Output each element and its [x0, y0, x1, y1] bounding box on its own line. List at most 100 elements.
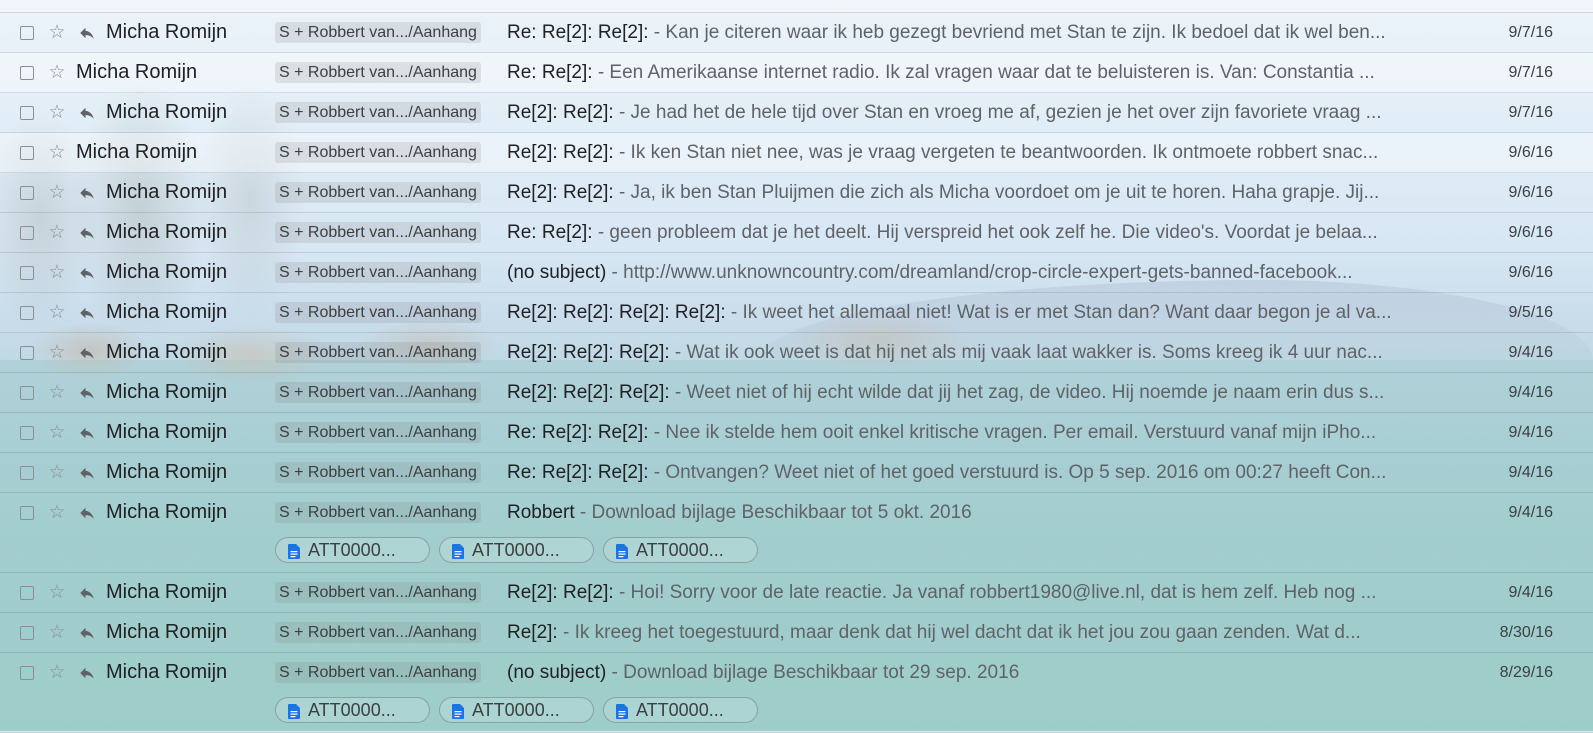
- email-date: 8/29/16: [1499, 663, 1553, 681]
- folder-label[interactable]: S + Robbert van.../Aanhang: [275, 382, 481, 403]
- star-icon[interactable]: ☆: [47, 463, 67, 482]
- attachment-chip[interactable]: ATT0000...: [439, 537, 594, 563]
- email-subject: Re: Re[2]: Re[2]:: [507, 461, 649, 483]
- star-icon[interactable]: ☆: [47, 143, 67, 162]
- folder-label[interactable]: S + Robbert van.../Aanhang: [275, 622, 481, 643]
- folder-label[interactable]: S + Robbert van.../Aanhang: [275, 662, 481, 683]
- star-icon[interactable]: ☆: [47, 63, 67, 82]
- email-row[interactable]: ☆ Micha Romijn S + Robbert van.../Aanhang R…: [0, 453, 1593, 493]
- star-icon[interactable]: ☆: [47, 103, 67, 122]
- email-date: 9/6/16: [1508, 143, 1553, 161]
- attachment-name: ATT0000...: [308, 699, 396, 720]
- email-row[interactable]: ☆ Micha Romijn S + Robbert van.../Aanhang (…: [0, 253, 1593, 293]
- folder-label[interactable]: S + Robbert van.../Aanhang: [275, 462, 481, 483]
- email-row-line: ☆ Micha Romijn S + Robbert van.../Aanhang R…: [0, 53, 1593, 92]
- attachment-chip[interactable]: ATT0000...: [439, 697, 594, 723]
- checkbox-icon[interactable]: [20, 425, 34, 440]
- subject-snippet: Re[2]: Re[2]: - Je had het de hele tijd …: [507, 102, 1457, 124]
- reply-icon: [78, 384, 96, 402]
- star-icon[interactable]: ☆: [47, 23, 67, 42]
- folder-label[interactable]: S + Robbert van.../Aanhang: [275, 422, 481, 443]
- email-snippet: - Hoi! Sorry voor de late reactie. Ja va…: [613, 581, 1377, 603]
- email-row[interactable]: ☆ Micha Romijn S + Robbert van.../Aanhang R…: [0, 333, 1593, 373]
- attachment-chip[interactable]: ATT0000...: [275, 537, 430, 563]
- email-row[interactable]: ☆ Micha Romijn S + Robbert van.../Aanhang R…: [0, 493, 1593, 573]
- folder-label[interactable]: S + Robbert van.../Aanhang: [275, 102, 481, 123]
- email-snippet: - Weet niet of hij echt wilde dat jij he…: [669, 381, 1385, 403]
- email-date: 9/4/16: [1508, 463, 1553, 481]
- email-row[interactable]: ☆ Micha Romijn S + Robbert van.../Aanhang (…: [0, 653, 1593, 733]
- email-row[interactable]: ☆ Micha Romijn S + Robbert van.../Aanhang R…: [0, 213, 1593, 253]
- reply-icon: [78, 264, 96, 282]
- checkbox-icon[interactable]: [20, 185, 34, 200]
- email-subject: Re: Re[2]: Re[2]:: [507, 21, 649, 43]
- star-icon[interactable]: ☆: [47, 623, 67, 642]
- email-list: ☆ Micha Romijn S + Robbert van.../Aanhang R…: [0, 0, 1593, 733]
- subject-snippet: Re: Re[2]: - geen probleem dat je het de…: [507, 222, 1457, 244]
- star-icon[interactable]: ☆: [47, 303, 67, 322]
- checkbox-icon[interactable]: [20, 25, 34, 40]
- email-snippet: - Download bijlage Beschikbaar tot 29 se…: [606, 661, 1020, 683]
- folder-label[interactable]: S + Robbert van.../Aanhang: [275, 142, 481, 163]
- email-row[interactable]: ☆ Micha Romijn S + Robbert van.../Aanhang R…: [0, 373, 1593, 413]
- folder-label[interactable]: S + Robbert van.../Aanhang: [275, 342, 481, 363]
- attachment-chip[interactable]: ATT0000...: [603, 697, 758, 723]
- email-snippet: - geen probleem dat je het deelt. Hij ve…: [592, 221, 1378, 243]
- checkbox-icon[interactable]: [20, 465, 34, 480]
- email-snippet: - Kan je citeren waar ik heb gezegt bevr…: [648, 21, 1386, 43]
- sender-name: Micha Romijn: [106, 421, 228, 443]
- checkbox-icon[interactable]: [20, 105, 34, 120]
- doc-icon: [616, 543, 628, 559]
- checkbox-icon[interactable]: [20, 145, 34, 160]
- folder-label[interactable]: S + Robbert van.../Aanhang: [275, 262, 481, 283]
- star-icon[interactable]: ☆: [47, 503, 67, 522]
- email-row-line: ☆ Micha Romijn S + Robbert van.../Aanhang R…: [0, 333, 1593, 372]
- reply-icon: [78, 104, 96, 122]
- checkbox-icon[interactable]: [20, 265, 34, 280]
- email-row[interactable]: ☆ Micha Romijn S + Robbert van.../Aanhang R…: [0, 413, 1593, 453]
- checkbox-icon[interactable]: [20, 65, 34, 80]
- attachment-chip[interactable]: ATT0000...: [275, 697, 430, 723]
- checkbox-icon[interactable]: [20, 345, 34, 360]
- star-icon[interactable]: ☆: [47, 183, 67, 202]
- star-icon[interactable]: ☆: [47, 223, 67, 242]
- star-icon[interactable]: ☆: [47, 583, 67, 602]
- email-row[interactable]: ☆ Micha Romijn S + Robbert van.../Aanhang R…: [0, 573, 1593, 613]
- checkbox-icon[interactable]: [20, 625, 34, 640]
- sender-name: Micha Romijn: [106, 301, 228, 323]
- subject-snippet: Re[2]: Re[2]: - Hoi! Sorry voor de late …: [507, 582, 1457, 604]
- folder-label[interactable]: S + Robbert van.../Aanhang: [275, 302, 481, 323]
- star-icon[interactable]: ☆: [47, 263, 67, 282]
- checkbox-icon[interactable]: [20, 385, 34, 400]
- email-row[interactable]: ☆ Micha Romijn S + Robbert van.../Aanhang R…: [0, 93, 1593, 133]
- email-row[interactable]: ☆ Micha Romijn S + Robbert van.../Aanhang R…: [0, 133, 1593, 173]
- folder-label[interactable]: S + Robbert van.../Aanhang: [275, 582, 481, 603]
- star-icon[interactable]: ☆: [47, 663, 67, 682]
- folder-label[interactable]: S + Robbert van.../Aanhang: [275, 222, 481, 243]
- email-subject: Re[2]: Re[2]: Re[2]: Re[2]:: [507, 301, 726, 323]
- checkbox-icon[interactable]: [20, 585, 34, 600]
- folder-label[interactable]: S + Robbert van.../Aanhang: [275, 62, 481, 83]
- email-row[interactable]: ☆ Micha Romijn S + Robbert van.../Aanhang R…: [0, 13, 1593, 53]
- star-icon[interactable]: ☆: [47, 383, 67, 402]
- email-row[interactable]: ☆ Micha Romijn S + Robbert van.../Aanhang R…: [0, 173, 1593, 213]
- checkbox-icon[interactable]: [20, 225, 34, 240]
- checkbox-icon[interactable]: [20, 505, 34, 520]
- email-row[interactable]: ☆ Micha Romijn S + Robbert van.../Aanhang R…: [0, 613, 1593, 653]
- attachment-chip[interactable]: ATT0000...: [603, 537, 758, 563]
- reply-icon: [78, 504, 96, 522]
- star-icon[interactable]: ☆: [47, 423, 67, 442]
- checkbox-icon[interactable]: [20, 305, 34, 320]
- folder-label[interactable]: S + Robbert van.../Aanhang: [275, 22, 481, 43]
- email-row[interactable]: ☆ Micha Romijn S + Robbert van.../Aanhang R…: [0, 293, 1593, 333]
- email-subject: Re[2]: Re[2]:: [507, 101, 614, 123]
- folder-label[interactable]: S + Robbert van.../Aanhang: [275, 182, 481, 203]
- reply-icon: [78, 464, 96, 482]
- email-row[interactable]: ☆ Micha Romijn S + Robbert van.../Aanhang R…: [0, 53, 1593, 93]
- reply-icon: [78, 624, 96, 642]
- email-snippet: - Ik kreeg het toegestuurd, maar denk da…: [557, 621, 1361, 643]
- checkbox-icon[interactable]: [20, 665, 34, 680]
- subject-snippet: Re[2]: - Ik kreeg het toegestuurd, maar …: [507, 622, 1457, 644]
- folder-label[interactable]: S + Robbert van.../Aanhang: [275, 502, 481, 523]
- star-icon[interactable]: ☆: [47, 343, 67, 362]
